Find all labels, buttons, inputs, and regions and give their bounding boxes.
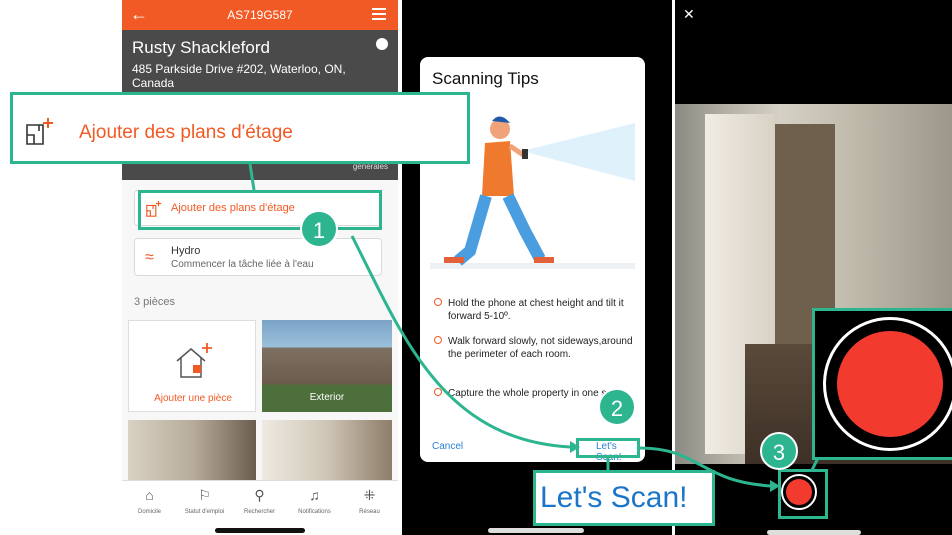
callout-floor-plans-label: Ajouter des plans d'étage — [79, 122, 293, 143]
step-badge-3: 3 — [760, 432, 798, 470]
highlight-record-button — [778, 469, 828, 519]
callout-lets-scan-label: Let's Scan! — [540, 481, 688, 514]
callout-floor-plans: Ajouter des plans d'étage — [10, 92, 470, 164]
callout-lets-scan: Let's Scan! — [533, 470, 715, 526]
step-badge-1: 1 — [300, 210, 338, 248]
step-badge-2: 2 — [598, 388, 636, 426]
highlight-floor-plans — [138, 190, 382, 230]
callout-record-button — [812, 308, 952, 460]
record-dot — [837, 331, 943, 437]
highlight-lets-scan — [576, 438, 640, 458]
annotation-connectors — [248, 163, 820, 492]
floor-plan-add-icon — [26, 118, 53, 145]
